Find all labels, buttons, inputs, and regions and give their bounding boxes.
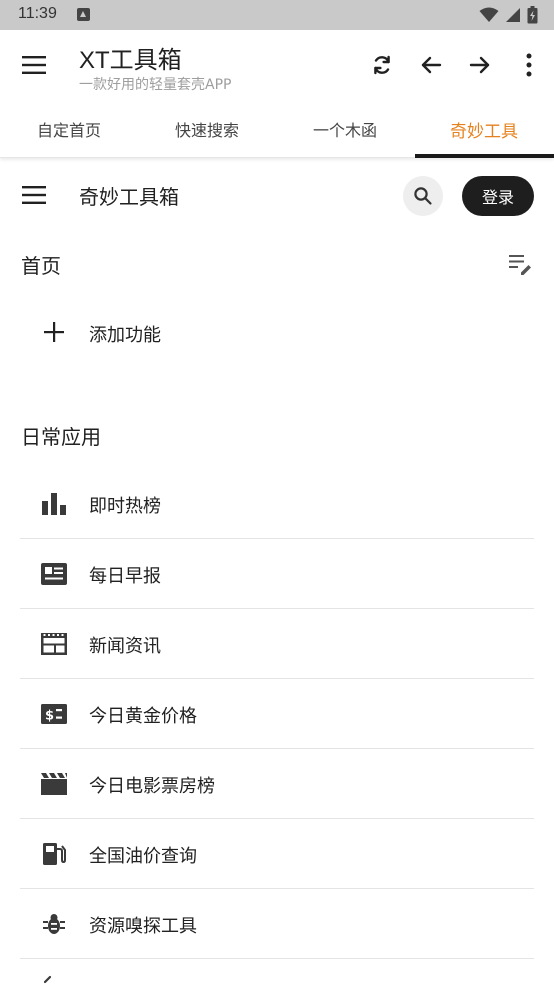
signal-icon <box>506 8 520 22</box>
inner-menu-button[interactable] <box>21 182 47 208</box>
home-section-title: 首页 <box>21 254 61 278</box>
list-item-label: 全国油价查询 <box>89 846 197 867</box>
list-item-label: 今日黄金价格 <box>89 706 197 727</box>
system-icons <box>479 5 538 25</box>
tab-wonder-tools[interactable]: 奇妙工具 <box>415 100 553 158</box>
edit-list-button[interactable] <box>507 250 535 278</box>
gas-station-icon <box>41 841 67 867</box>
list-item-label: 资源嗅探工具 <box>89 916 197 937</box>
list-item-daily-news[interactable]: 每日早报 <box>20 539 534 609</box>
search-button[interactable] <box>403 176 443 216</box>
status-bar: 11:39 <box>0 0 554 30</box>
list-item-box-office[interactable]: 今日电影票房榜 <box>20 749 534 819</box>
notification-icon <box>77 8 90 21</box>
list-item-gold-price[interactable]: $ 今日黄金价格 <box>20 679 534 749</box>
add-feature-label: 添加功能 <box>89 325 161 346</box>
daily-apps-list: 即时热榜 每日早报 新闻资讯 $ 今日黄金价格 今日电影票房榜 全国油价查询 资… <box>20 469 534 959</box>
list-item-label: 即时热榜 <box>89 496 161 517</box>
hamburger-icon <box>22 56 46 74</box>
app-subtitle: 一款好用的轻量套壳APP <box>79 77 232 93</box>
add-feature-row[interactable]: 添加功能 <box>20 300 534 366</box>
app-title: XT工具箱 <box>79 47 182 74</box>
forward-arrow-icon <box>469 56 490 74</box>
list-item-resource-sniffer[interactable]: 资源嗅探工具 <box>20 889 534 959</box>
wifi-icon <box>479 7 499 22</box>
forward-button[interactable] <box>465 50 495 80</box>
refresh-button[interactable] <box>367 50 397 80</box>
tab-wooden-box[interactable]: 一个木函 <box>276 100 414 158</box>
list-item-label: 新闻资讯 <box>89 636 161 657</box>
news-feed-icon <box>41 631 67 657</box>
back-arrow-icon <box>421 56 442 74</box>
more-options-button[interactable] <box>514 50 544 80</box>
login-button[interactable]: 登录 <box>462 176 534 216</box>
list-item-label: 今日电影票房榜 <box>89 776 215 797</box>
plus-icon <box>42 320 66 344</box>
hamburger-icon <box>22 186 46 204</box>
inner-title: 奇妙工具箱 <box>79 185 179 209</box>
hamburger-menu-button[interactable] <box>20 52 48 78</box>
list-item-oil-price[interactable]: 全国油价查询 <box>20 819 534 889</box>
inner-header: 奇妙工具箱 登录 <box>0 158 554 232</box>
status-time: 11:39 <box>18 5 57 22</box>
battery-icon <box>527 6 538 24</box>
refresh-icon <box>374 55 390 75</box>
search-icon <box>414 187 432 205</box>
bug-icon <box>41 911 67 937</box>
tab-quick-search[interactable]: 快速搜索 <box>138 100 276 158</box>
bar-chart-icon <box>41 491 67 517</box>
tab-custom-home[interactable]: 自定首页 <box>0 100 138 158</box>
svg-text:$: $ <box>45 709 54 724</box>
newspaper-icon <box>41 561 67 587</box>
back-button[interactable] <box>416 50 446 80</box>
movie-clapper-icon <box>41 771 67 797</box>
daily-section-title: 日常应用 <box>21 425 101 449</box>
list-item-news-info[interactable]: 新闻资讯 <box>20 609 534 679</box>
list-item-hot-list[interactable]: 即时热榜 <box>20 469 534 539</box>
tab-bar: 自定首页 快速搜索 一个木函 奇妙工具 <box>0 100 554 158</box>
list-item-label: 每日早报 <box>89 566 161 587</box>
price-tag-icon: $ <box>41 701 67 727</box>
more-vert-icon <box>526 53 532 77</box>
app-bar: XT工具箱 一款好用的轻量套壳APP <box>0 30 554 100</box>
edit-list-icon <box>509 255 531 275</box>
chevron-icon <box>43 975 52 984</box>
